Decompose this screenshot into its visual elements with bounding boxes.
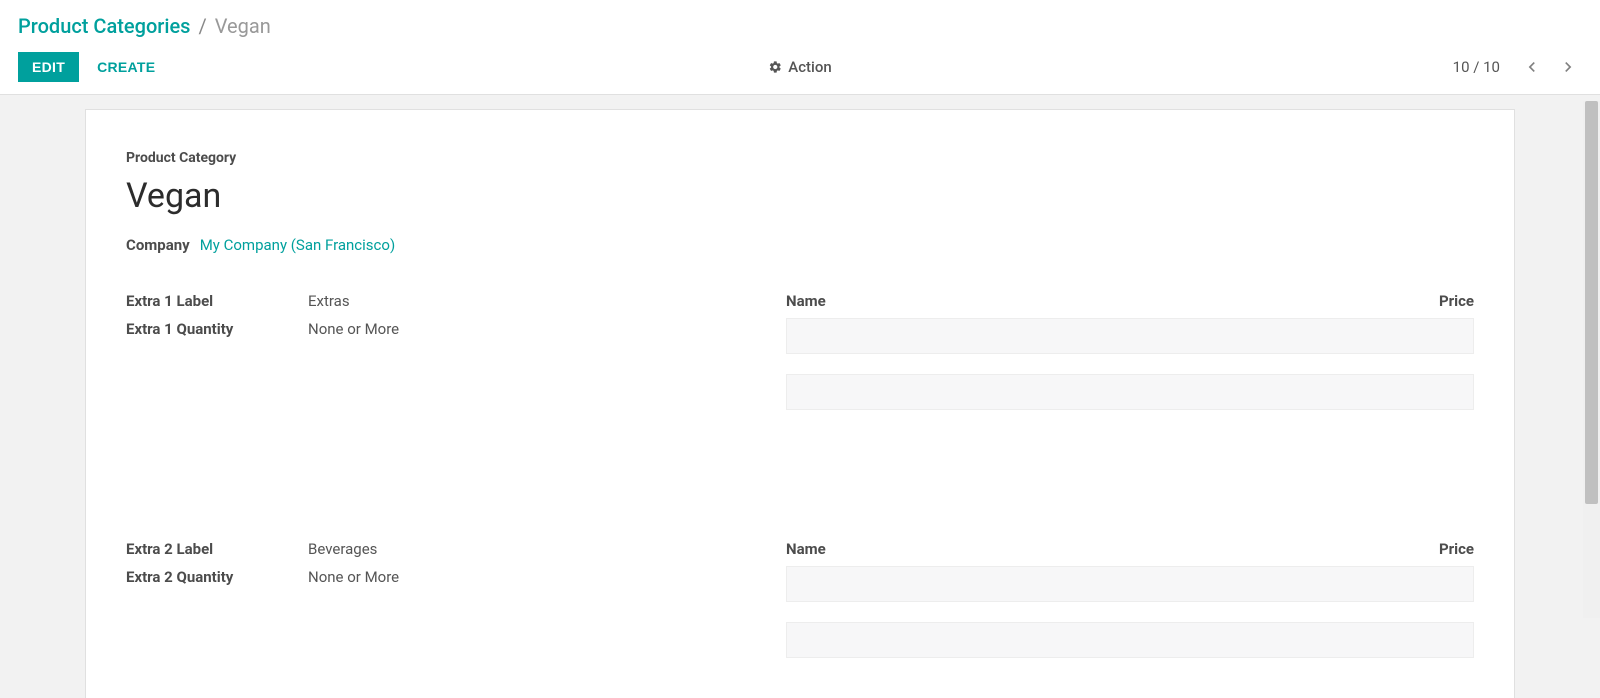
action-label: Action (788, 58, 831, 76)
content-wrapper: Product Category Vegan Company My Compan… (0, 95, 1600, 698)
chevron-right-icon (1558, 57, 1578, 77)
category-section-label: Product Category (126, 150, 1474, 166)
extra2-th-name: Name (786, 540, 1394, 558)
scrollbar-thumb[interactable] (1585, 101, 1598, 504)
table-row[interactable] (786, 566, 1474, 602)
company-label: Company (126, 236, 190, 254)
edit-button[interactable]: EDIT (18, 52, 79, 82)
extra2-quantity-label: Extra 2 Quantity (126, 568, 308, 586)
create-button[interactable]: CREATE (97, 59, 155, 75)
toolbar: EDIT CREATE Action 10 / 10 (0, 46, 1600, 95)
pager-next-button[interactable] (1554, 53, 1582, 81)
extra2-th-price: Price (1394, 540, 1474, 558)
company-link[interactable]: My Company (San Francisco) (200, 236, 395, 254)
extra1-quantity-label: Extra 1 Quantity (126, 320, 308, 338)
table-row[interactable] (786, 374, 1474, 410)
extra1-label-value: Extras (308, 292, 350, 310)
extra1-th-price: Price (1394, 292, 1474, 310)
extra1-table-header: Name Price (786, 292, 1474, 318)
breadcrumb: Product Categories / Vegan (0, 0, 1600, 46)
pager-text[interactable]: 10 / 10 (1453, 58, 1500, 76)
extra2-quantity-value: None or More (308, 568, 399, 586)
chevron-left-icon (1522, 57, 1542, 77)
category-name: Vegan (126, 176, 1474, 216)
extra1-th-name: Name (786, 292, 1394, 310)
pager-prev-button[interactable] (1518, 53, 1546, 81)
extra2-label-value: Beverages (308, 540, 377, 558)
extra-2-section: Extra 2 Label Beverages Extra 2 Quantity… (126, 540, 1474, 658)
breadcrumb-parent-link[interactable]: Product Categories (18, 14, 190, 38)
breadcrumb-separator: / (198, 14, 206, 38)
extra2-table-header: Name Price (786, 540, 1474, 566)
breadcrumb-current: Vegan (215, 14, 271, 38)
table-row[interactable] (786, 318, 1474, 354)
extra2-label-label: Extra 2 Label (126, 540, 308, 558)
extra1-quantity-value: None or More (308, 320, 399, 338)
action-dropdown[interactable]: Action (768, 58, 831, 76)
gear-icon (768, 60, 782, 74)
table-row[interactable] (786, 622, 1474, 658)
scrollbar[interactable] (1583, 101, 1600, 618)
form-card: Product Category Vegan Company My Compan… (85, 109, 1515, 698)
extra-1-section: Extra 1 Label Extras Extra 1 Quantity No… (126, 292, 1474, 410)
extra1-label-label: Extra 1 Label (126, 292, 308, 310)
